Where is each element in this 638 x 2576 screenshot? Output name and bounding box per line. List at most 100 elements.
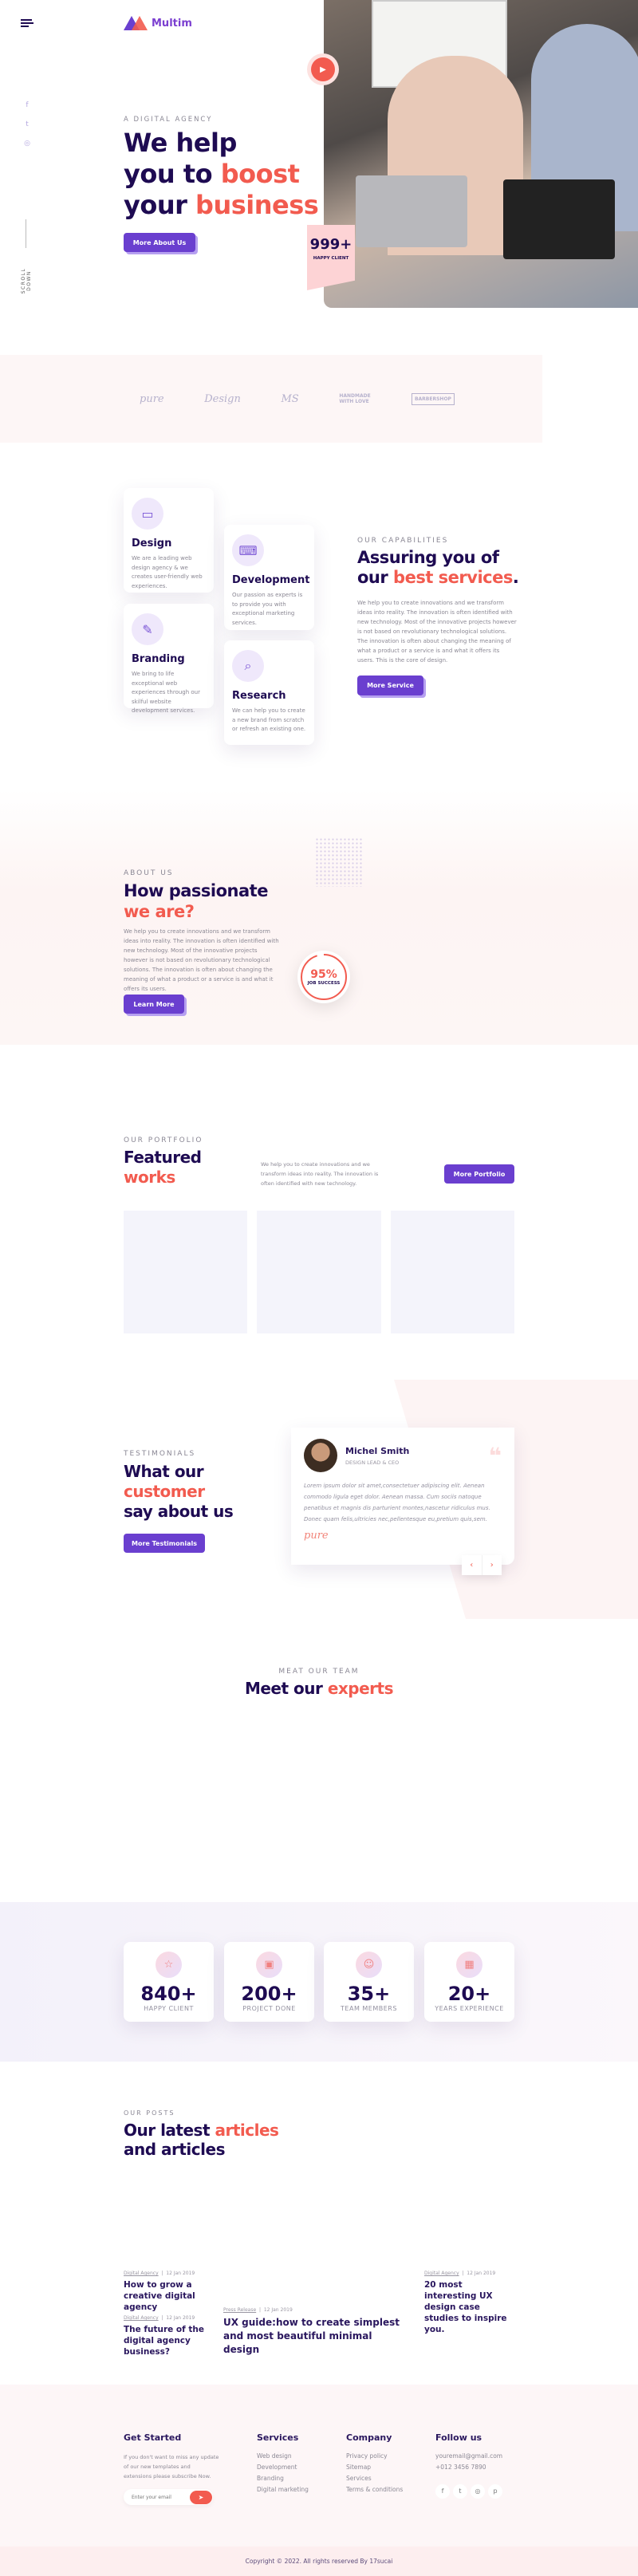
services-heading: Assuring you of our best services.	[357, 548, 519, 587]
hamburger-icon	[21, 19, 32, 21]
portfolio-item[interactable]	[391, 1211, 514, 1333]
stat-label: PROJECT DONE	[242, 2005, 296, 2012]
hero-tagline: A DIGITAL AGENCY	[124, 116, 213, 124]
menu-button[interactable]	[21, 19, 33, 29]
portfolio-item[interactable]	[257, 1211, 381, 1333]
contact-phone: +012 3456 7890	[435, 2464, 486, 2471]
more-about-us-button[interactable]: More About Us	[124, 233, 195, 252]
instagram-icon[interactable]: ◎	[23, 134, 31, 153]
instagram-icon[interactable]: ◎	[471, 2483, 485, 2499]
next-button[interactable]: ›	[482, 1555, 502, 1575]
testimonials-tagline: TESTIMONIALS	[124, 1450, 196, 1458]
footer-link[interactable]: Digital marketing	[257, 2484, 309, 2495]
play-icon: ▶	[320, 65, 326, 74]
paper-plane-icon: ➤	[198, 2493, 204, 2501]
footer-link[interactable]: Web design	[257, 2451, 309, 2462]
learn-more-button[interactable]: Learn More	[124, 995, 184, 1014]
about-text: We help you to create innovations and we…	[124, 928, 279, 992]
scroll-down-label[interactable]: SCROLL DOWN	[21, 257, 32, 305]
stat-card: ▣ 200+ PROJECT DONE	[224, 1942, 314, 2022]
calendar-icon: ▦	[456, 1952, 482, 1978]
client-rating-icon: ☆	[156, 1952, 182, 1978]
stat-card: ☆ 840+ HAPPY CLIENT	[124, 1942, 214, 2022]
stat-number: 200+	[241, 1983, 297, 2005]
posts-tagline: OUR POSTS	[124, 2109, 175, 2117]
footer-link[interactable]: Terms & conditions	[346, 2484, 403, 2495]
stats-band	[0, 1902, 638, 2062]
twitter-icon[interactable]: t	[23, 115, 31, 134]
branding-icon: ✎	[132, 613, 163, 645]
post-item[interactable]: Digital Agency | 12 Jan 2019 The future …	[124, 2315, 219, 2357]
prev-button[interactable]: ‹	[462, 1555, 482, 1575]
hero-image	[324, 0, 638, 308]
quote-icon: ❝	[488, 1442, 502, 1469]
service-card-research[interactable]: ⌕ Research We can help you to create a n…	[224, 640, 314, 745]
testimonial-quote: Lorem ipsum dolor sit amet,consectetuer …	[304, 1483, 490, 1522]
post-item[interactable]: Digital Agency | 12 Jan 2019 How to grow…	[124, 2271, 219, 2313]
portfolio-tagline: OUR PORTFOLIO	[124, 1136, 203, 1144]
posts-heading: Our latest articles and articles	[124, 2121, 279, 2159]
footer-link[interactable]: Sitemap	[346, 2462, 403, 2473]
stat-number: 840+	[140, 1983, 197, 2005]
stat-number: 20+	[447, 1983, 491, 2005]
stat-number: 35+	[347, 1983, 391, 2005]
facebook-icon[interactable]: f	[23, 96, 31, 115]
pinterest-icon[interactable]: p	[488, 2483, 502, 2499]
service-card-development[interactable]: ⌨ Development Our passion as experts is …	[224, 525, 314, 630]
more-portfolio-button[interactable]: More Portfolio	[444, 1164, 514, 1184]
stat-label: HAPPY CLIENT	[144, 2005, 194, 2012]
development-icon: ⌨	[232, 534, 264, 566]
about-tagline: ABOUT US	[124, 869, 174, 877]
client-logos-band: pure Design MS HANDMADE WITH LOVE BARBER…	[0, 355, 542, 443]
services-text: We help you to create innovations and we…	[357, 600, 517, 664]
service-card-design[interactable]: ▭ Design We are a leading web design age…	[124, 488, 214, 593]
send-button[interactable]: ➤	[190, 2490, 212, 2504]
post-item[interactable]: Digital Agency | 12 Jan 2019 20 most int…	[424, 2271, 516, 2335]
client-logo: BARBERSHOP	[411, 392, 455, 405]
footer-link[interactable]: Branding	[257, 2473, 309, 2484]
twitter-icon[interactable]: t	[453, 2483, 467, 2499]
gauge-ring	[301, 954, 347, 1000]
stat-card: ▦ 20+ YEARS EXPERIENCE	[424, 1942, 514, 2022]
email-input[interactable]	[124, 2494, 187, 2500]
team-icon: ☺	[356, 1952, 382, 1978]
brand-logo[interactable]: Multim	[124, 16, 192, 30]
portfolio-heading: Featured works	[124, 1148, 202, 1187]
stat-card: ☺ 35+ TEAM MEMBERS	[324, 1942, 414, 2022]
reviewer-role: DESIGN LEAD & CEO	[345, 1459, 400, 1466]
footer-link[interactable]: Services	[346, 2473, 403, 2484]
testimonial-logo: pure	[304, 1530, 329, 1542]
footer	[0, 2385, 638, 2546]
stat-label: TEAM MEMBERS	[341, 2005, 397, 2012]
service-card-branding[interactable]: ✎ Branding We bring to life exceptional …	[124, 604, 214, 714]
client-logo: pure	[140, 392, 164, 405]
hero-heading: We help you to boost your business	[124, 128, 319, 220]
about-heading: How passionate we are?	[124, 881, 268, 921]
facebook-icon[interactable]: f	[435, 2483, 450, 2499]
reviewer-name: Michel Smith	[345, 1445, 410, 1456]
footer-link[interactable]: Privacy policy	[346, 2451, 403, 2462]
post-item[interactable]: Press Release | 12 Jan 2019 UX guide:how…	[223, 2307, 407, 2357]
research-icon: ⌕	[232, 650, 264, 682]
client-logo: HANDMADE WITH LOVE	[339, 393, 371, 404]
testimonials-heading: What our customer say about us	[124, 1462, 234, 1521]
team-tagline: MEAT OUR TEAM	[278, 1668, 360, 1676]
dot-pattern	[315, 837, 363, 887]
client-logo: Design	[204, 392, 241, 405]
team-heading: Meet our experts	[244, 1679, 394, 1698]
play-video-button[interactable]: ▶	[311, 57, 335, 81]
footer-link[interactable]: Development	[257, 2462, 309, 2473]
subscribe-form: ➤	[124, 2489, 213, 2505]
about-section-bg	[0, 790, 638, 1045]
client-logo: MS	[281, 392, 299, 405]
testimonial-card: Michel Smith DESIGN LEAD & CEO ❝ Lorem i…	[291, 1428, 514, 1565]
contact-email[interactable]: youremail@gmail.com	[435, 2451, 506, 2462]
happy-client-badge: 999+ HAPPY CLIENT	[307, 225, 355, 290]
project-icon: ▣	[256, 1952, 282, 1978]
job-success-gauge: 95% JOB SUCCESS	[297, 951, 350, 1003]
more-testimonials-button[interactable]: More Testimonials	[124, 1534, 205, 1553]
copyright-bar: Copyright © 2022. All rights reserved By…	[0, 2546, 638, 2576]
portfolio-item[interactable]	[124, 1211, 247, 1333]
more-service-button[interactable]: More Service	[357, 676, 423, 695]
design-icon: ▭	[132, 498, 163, 530]
